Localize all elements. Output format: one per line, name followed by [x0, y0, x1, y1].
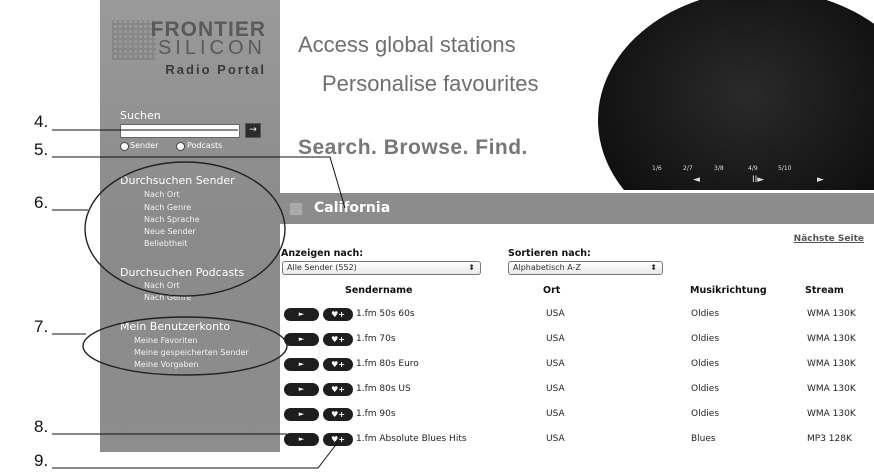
callout-leaders	[52, 129, 346, 469]
